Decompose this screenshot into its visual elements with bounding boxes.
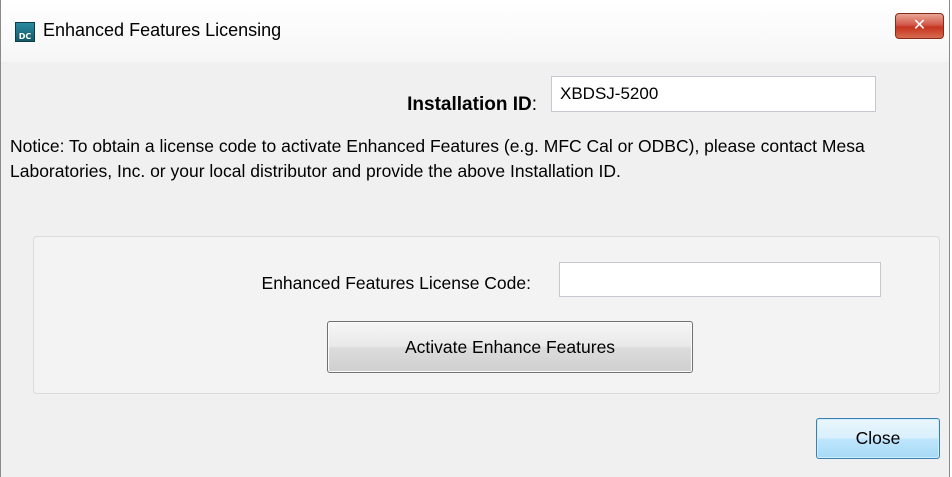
window-close-icon[interactable]: ✕ [895,13,944,39]
dialog-body: Installation ID: XBDSJ-5200 Notice: To o… [1,62,949,477]
window-title: Enhanced Features Licensing [43,20,282,40]
licensing-dialog: DC Enhanced Features Licensing ✕ Install… [0,0,950,477]
close-button[interactable]: Close [816,418,940,459]
notice-text: Notice: To obtain a license code to acti… [10,136,865,181]
license-group-box: Enhanced Features License Code: Activate… [33,236,940,394]
installation-id-label-colon: : [531,94,537,115]
installation-id-field[interactable]: XBDSJ-5200 [551,76,876,112]
installation-id-label: Installation ID: [407,94,537,116]
installation-id-label-text: Installation ID [407,94,532,115]
title-bar[interactable]: DC Enhanced Features Licensing ✕ [1,0,949,62]
license-code-input[interactable] [559,262,881,297]
app-icon: DC [15,22,35,42]
activate-features-button[interactable]: Activate Enhance Features [327,321,693,373]
license-code-label: Enhanced Features License Code: [261,273,531,293]
